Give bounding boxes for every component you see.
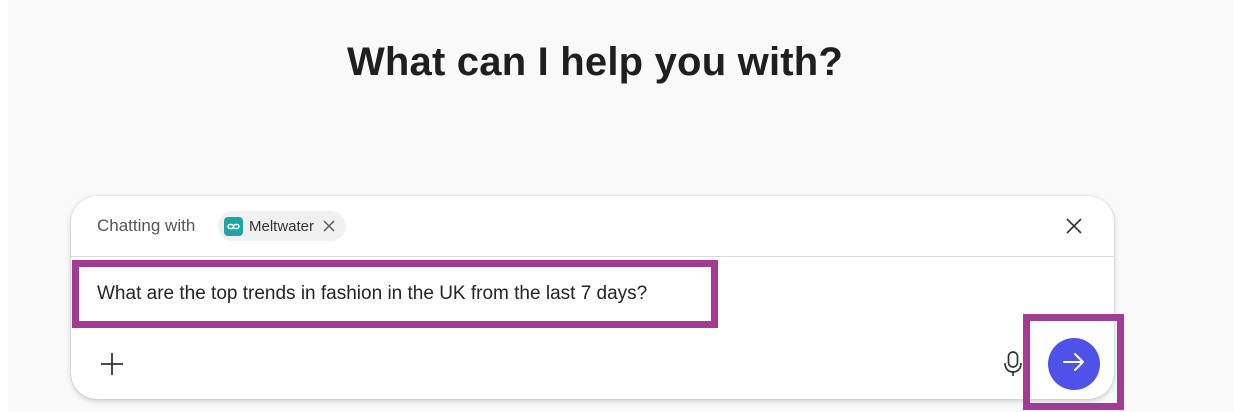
close-icon[interactable] [1064, 216, 1084, 236]
close-icon[interactable] [322, 219, 336, 233]
page-title: What can I help you with? [346, 40, 844, 84]
chatting-with-label: Chatting with [97, 216, 196, 235]
send-button[interactable] [1048, 338, 1100, 390]
chat-header: Chatting with Meltwater [71, 196, 1114, 257]
agent-chip-label: Meltwater [249, 217, 315, 235]
plus-icon[interactable] [99, 351, 125, 377]
arrow-right-icon [1061, 349, 1087, 380]
chat-composer: Chatting with Meltwater What are the top… [71, 196, 1114, 399]
agent-chip[interactable]: Meltwater [218, 211, 347, 241]
prompt-input[interactable]: What are the top trends in fashion in th… [97, 283, 647, 305]
microphone-icon[interactable] [1000, 350, 1026, 378]
meltwater-logo-icon [224, 216, 243, 236]
